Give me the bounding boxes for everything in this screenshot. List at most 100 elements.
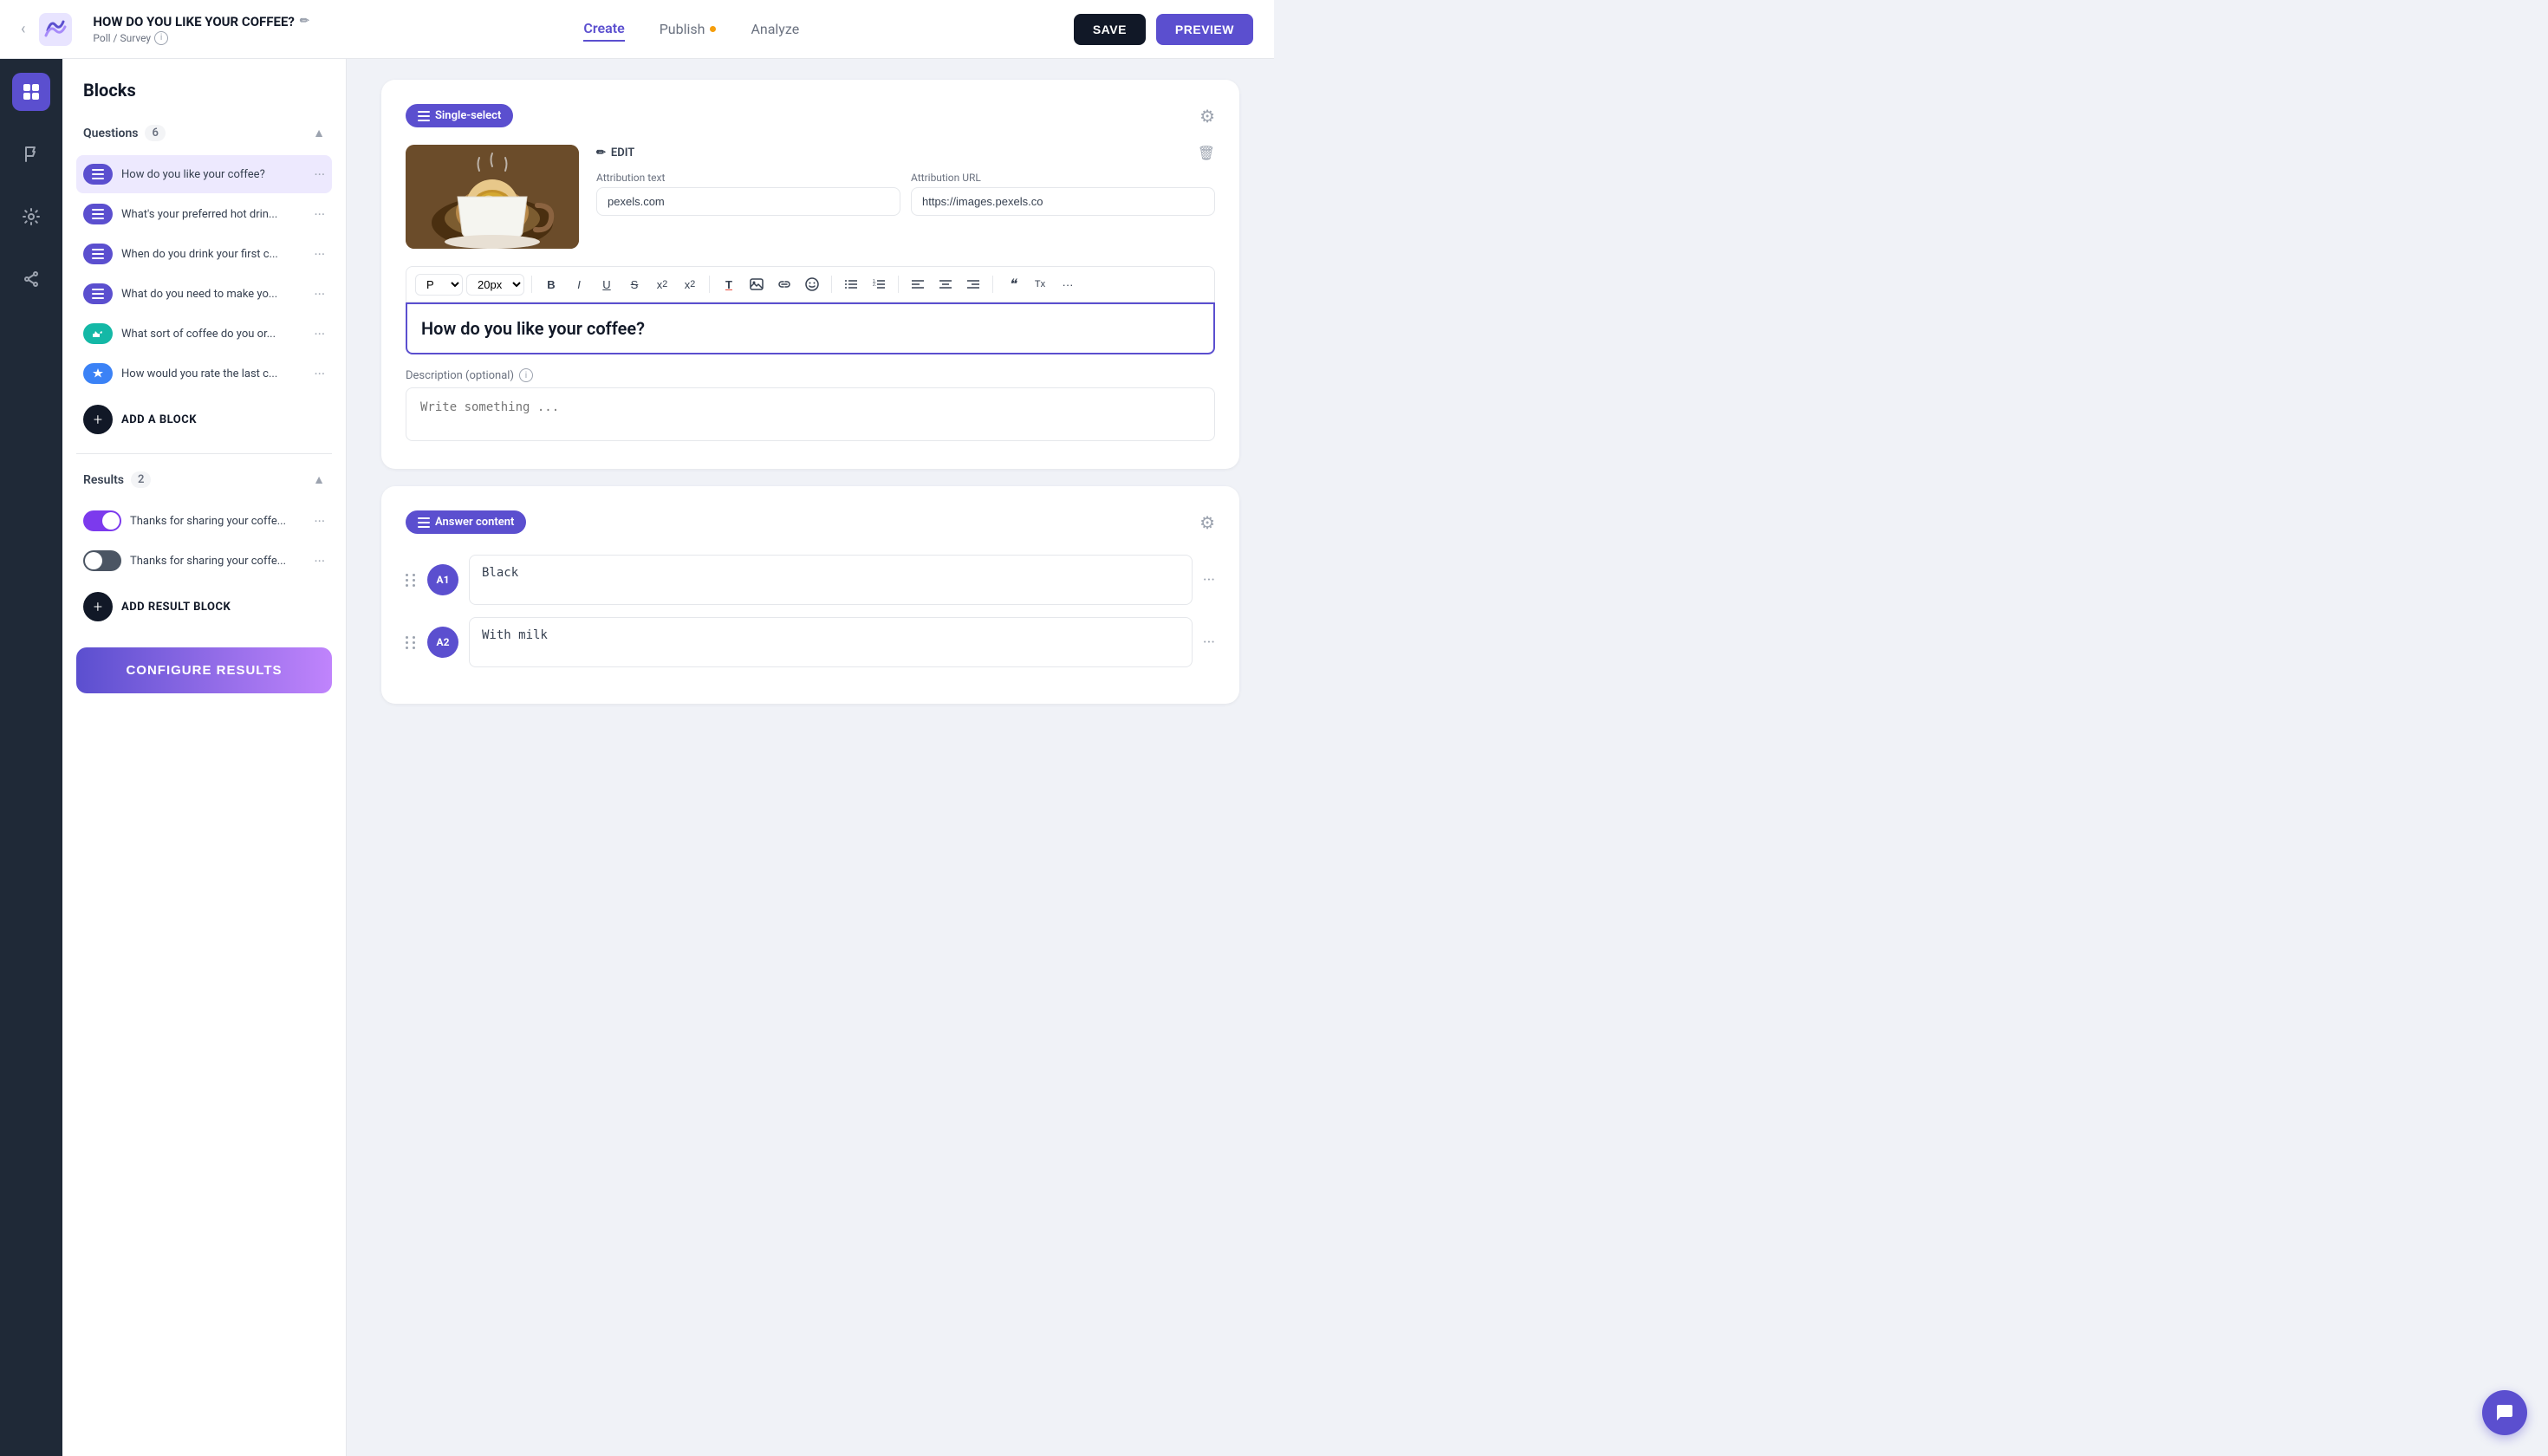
block-label-4: What do you need to make yo...: [121, 288, 305, 301]
attribution-fields: ✏ EDIT 🗑 Attribution text Attribution UR…: [596, 145, 1215, 216]
block-label-1: How do you like your coffee?: [121, 168, 305, 181]
answer-menu-a1[interactable]: ···: [1203, 571, 1215, 589]
edit-title-button[interactable]: ✏: [300, 15, 309, 28]
info-icon[interactable]: i: [154, 31, 168, 45]
block-item-question-1[interactable]: How do you like your coffee? ···: [76, 155, 332, 193]
chat-fab[interactable]: [2482, 1390, 2527, 1435]
answer-menu-a2[interactable]: ···: [1203, 634, 1215, 652]
answer-type-badge: Answer content: [406, 510, 526, 534]
attribution-text-input[interactable]: [596, 187, 900, 216]
block-item-question-3[interactable]: When do you drink your first c... ···: [76, 235, 332, 273]
more-options-button[interactable]: ···: [1056, 272, 1080, 296]
block-label-3: When do you drink your first c...: [121, 248, 305, 261]
ordered-list-button[interactable]: 1.2.: [867, 272, 891, 296]
answer-badge-a1: A1: [427, 564, 458, 595]
publish-dot: [710, 26, 716, 32]
blocks-panel: Blocks Questions 6 ▲ How do you like you…: [62, 59, 347, 1456]
attribution-text-label: Attribution text: [596, 172, 900, 184]
block-item-question-5[interactable]: What sort of coffee do you or... ···: [76, 315, 332, 353]
toolbar-divider-3: [831, 276, 832, 293]
block-dots-6[interactable]: ···: [314, 366, 325, 382]
block-dots-4[interactable]: ···: [314, 286, 325, 302]
answer-gear-icon[interactable]: ⚙: [1199, 512, 1215, 533]
tab-create[interactable]: Create: [583, 16, 624, 42]
block-item-question-6[interactable]: How would you rate the last c... ···: [76, 354, 332, 393]
edit-image-button[interactable]: ✏ EDIT: [596, 146, 634, 159]
list-icon: [418, 111, 430, 121]
description-info-icon[interactable]: i: [519, 368, 533, 382]
back-button[interactable]: ‹: [21, 20, 25, 38]
answer-input-a2[interactable]: With milk: [469, 617, 1193, 667]
block-item-question-2[interactable]: What's your preferred hot drin... ···: [76, 195, 332, 233]
superscript-button[interactable]: x2: [650, 272, 674, 296]
drag-handle-a2[interactable]: [406, 636, 417, 649]
image-button[interactable]: [744, 272, 769, 296]
strikethrough-button[interactable]: S: [622, 272, 647, 296]
save-button[interactable]: SAVE: [1074, 14, 1146, 45]
preview-button[interactable]: PREVIEW: [1156, 14, 1253, 45]
configure-results-button[interactable]: CONFIGURE RESULTS: [76, 647, 332, 693]
questions-chevron[interactable]: ▲: [313, 126, 325, 140]
delete-image-button[interactable]: 🗑: [1198, 145, 1215, 161]
result-toggle-1[interactable]: [83, 510, 121, 531]
attribution-url-input[interactable]: [911, 187, 1215, 216]
align-center-button[interactable]: [933, 272, 958, 296]
sidebar-icon-settings[interactable]: [12, 198, 50, 236]
question-type-label: Single-select: [435, 109, 501, 122]
block-dots-1[interactable]: ···: [314, 166, 325, 183]
italic-button[interactable]: I: [567, 272, 591, 296]
sidebar-icon-share[interactable]: [12, 260, 50, 298]
toggle-knob-1: [102, 512, 120, 530]
tab-publish[interactable]: Publish: [660, 16, 717, 42]
answer-row-a1: A1 Black ···: [406, 555, 1215, 605]
answer-card-header: Answer content ⚙: [406, 510, 1215, 534]
description-label: Description (optional) i: [406, 368, 1215, 382]
tab-analyze[interactable]: Analyze: [751, 16, 799, 42]
attribution-header: ✏ EDIT 🗑: [596, 145, 1215, 161]
clear-format-button[interactable]: Tx: [1028, 272, 1052, 296]
format-select[interactable]: P H1 H2: [415, 274, 463, 296]
block-dots-2[interactable]: ···: [314, 206, 325, 223]
bold-button[interactable]: B: [539, 272, 563, 296]
questions-section-header: Questions 6 ▲: [76, 118, 332, 148]
blocks-panel-title: Blocks: [76, 80, 332, 101]
topnav: ‹ HOW DO YOU LIKE YOUR COFFEE? ✏ Poll / …: [0, 0, 1274, 59]
result-dots-2[interactable]: ···: [314, 553, 325, 569]
question-input-wrap: How do you like your coffee?: [406, 302, 1215, 354]
block-item-question-4[interactable]: What do you need to make yo... ···: [76, 275, 332, 313]
description-input[interactable]: [406, 387, 1215, 441]
result-toggle-2[interactable]: [83, 550, 121, 571]
underline-button[interactable]: U: [595, 272, 619, 296]
subscript-button[interactable]: x2: [678, 272, 702, 296]
results-section-header: Results 2 ▲: [76, 465, 332, 495]
edit-label: EDIT: [611, 146, 634, 159]
block-item-result-2[interactable]: Thanks for sharing your coffe... ···: [76, 542, 332, 580]
sidebar-icon-blocks[interactable]: [12, 73, 50, 111]
chat-icon: [2494, 1402, 2515, 1423]
answer-input-a1[interactable]: Black: [469, 555, 1193, 605]
block-dots-3[interactable]: ···: [314, 246, 325, 263]
link-button[interactable]: [772, 272, 796, 296]
result-dots-1[interactable]: ···: [314, 513, 325, 530]
add-block-button[interactable]: + ADD A BLOCK: [76, 396, 332, 443]
align-left-button[interactable]: [906, 272, 930, 296]
logo-area: ‹: [21, 13, 72, 46]
toolbar-divider-1: [531, 276, 532, 293]
divider-1: [76, 453, 332, 454]
topnav-actions: SAVE PREVIEW: [1074, 14, 1253, 45]
sidebar-icon-flag[interactable]: [12, 135, 50, 173]
drag-handle-a1[interactable]: [406, 574, 417, 587]
add-result-button[interactable]: + ADD RESULT BLOCK: [76, 583, 332, 630]
text-color-button[interactable]: T: [717, 272, 741, 296]
block-dots-5[interactable]: ···: [314, 326, 325, 342]
size-select[interactable]: 20px 14px 16px 24px: [466, 274, 524, 296]
question-gear-icon[interactable]: ⚙: [1199, 106, 1215, 127]
question-text-input[interactable]: How do you like your coffee?: [421, 318, 1199, 339]
results-chevron[interactable]: ▲: [313, 472, 325, 487]
align-right-button[interactable]: [961, 272, 985, 296]
block-item-result-1[interactable]: Thanks for sharing your coffe... ···: [76, 502, 332, 540]
block-icon-3: [83, 244, 113, 264]
quote-button[interactable]: ❝: [1000, 272, 1024, 296]
unordered-list-button[interactable]: [839, 272, 863, 296]
emoji-button[interactable]: [800, 272, 824, 296]
